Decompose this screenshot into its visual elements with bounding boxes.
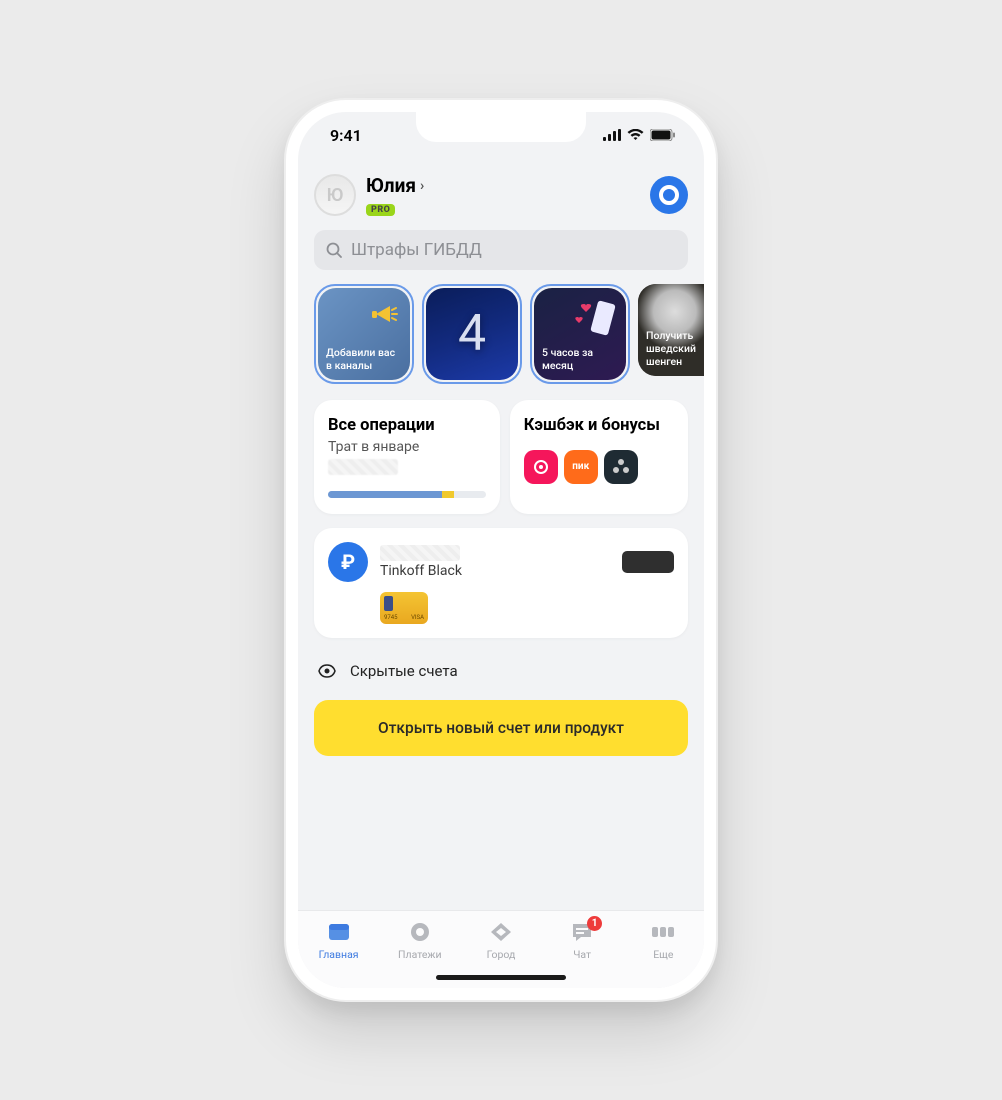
mini-card[interactable]: 9745 VISA [380, 592, 428, 624]
cashback-partners: пик [524, 450, 674, 484]
story-item[interactable]: 4 [422, 284, 522, 384]
story-label: 5 часов за месяц [542, 346, 618, 372]
story-item[interactable]: Получить шведский шенген [638, 284, 704, 384]
operations-subtitle: Трат в январе [328, 439, 486, 455]
operations-title: Все операции [328, 416, 486, 435]
hidden-accounts-row[interactable]: Скрытые счета [314, 656, 688, 700]
battery-icon [650, 129, 676, 141]
story-item[interactable]: Добавили вас в каналы [314, 284, 414, 384]
phone-frame: 9:41 Ю Юлия › PRO [286, 100, 716, 1000]
cta-label: Открыть новый счет или продукт [378, 719, 624, 737]
tab-chat[interactable]: 1 Чат [552, 919, 612, 961]
tab-label: Платежи [398, 948, 442, 961]
phone-hearts-icon [572, 294, 620, 342]
account-card[interactable]: ₽ Tinkoff Black 9745 VISA [314, 528, 688, 638]
cashback-title: Кэшбэк и бонусы [524, 416, 674, 436]
payments-icon [407, 919, 433, 945]
tab-payments[interactable]: Платежи [390, 919, 450, 961]
hidden-accounts-label: Скрытые счета [350, 662, 458, 680]
notch [416, 112, 586, 142]
assistant-button[interactable] [650, 176, 688, 214]
search-placeholder: Штрафы ГИБДД [351, 240, 482, 260]
partner-icon [604, 450, 638, 484]
search-icon [326, 242, 343, 259]
tab-label: Еще [653, 948, 673, 961]
eye-icon [318, 664, 336, 678]
tab-label: Город [487, 948, 516, 961]
story-label: Добавили вас в каналы [326, 346, 402, 372]
progress-segment [442, 491, 455, 498]
widgets-row: Все операции Трат в январе Кэшбэк и бону… [314, 400, 688, 514]
story-label: Получить шведский шенген [646, 329, 704, 368]
assistant-icon [659, 185, 679, 205]
card-brand: VISA [411, 614, 424, 621]
megaphone-icon [366, 296, 402, 332]
stories-row: Добавили вас в каналы 4 5 часов за месяц… [314, 284, 688, 384]
operations-card[interactable]: Все операции Трат в январе [314, 400, 500, 514]
search-input[interactable]: Штрафы ГИБДД [314, 230, 688, 270]
card-chip [622, 551, 674, 573]
chevron-right-icon: › [420, 178, 424, 194]
cashback-card[interactable]: Кэшбэк и бонусы пик [510, 400, 688, 514]
status-time: 9:41 [330, 126, 362, 145]
story-item[interactable]: 5 часов за месяц [530, 284, 630, 384]
operations-progress [328, 491, 486, 498]
avatar[interactable]: Ю [314, 174, 356, 216]
tab-label: Главная [319, 948, 359, 961]
user-block[interactable]: Юлия › PRO [366, 174, 640, 216]
avatar-initial: Ю [327, 185, 344, 206]
content-area: Ю Юлия › PRO Штрафы ГИБДД [298, 158, 704, 910]
chat-badge: 1 [587, 916, 602, 931]
cellular-icon [603, 129, 621, 141]
status-icons [603, 129, 676, 141]
tab-label: Чат [573, 948, 591, 961]
operations-amount-hidden [328, 459, 398, 475]
ruble-icon: ₽ [328, 542, 368, 582]
tab-home[interactable]: Главная [309, 919, 369, 961]
home-icon [326, 919, 352, 945]
tab-city[interactable]: Город [471, 919, 531, 961]
account-row: ₽ Tinkoff Black [328, 542, 674, 582]
username-row: Юлия › [366, 174, 640, 197]
wifi-icon [627, 129, 644, 141]
account-info: Tinkoff Black [380, 545, 610, 579]
more-icon [650, 919, 676, 945]
city-icon [488, 919, 514, 945]
open-account-button[interactable]: Открыть новый счет или продукт [314, 700, 688, 756]
progress-segment [328, 491, 442, 498]
partner-icon [524, 450, 558, 484]
tab-more[interactable]: Еще [633, 919, 693, 961]
username: Юлия [366, 174, 416, 197]
card-last-digits: 9745 [384, 614, 398, 621]
partner-icon: пик [564, 450, 598, 484]
home-indicator[interactable] [436, 975, 566, 980]
account-balance-hidden [380, 545, 460, 561]
pro-badge: PRO [366, 204, 395, 216]
story-big-number: 4 [458, 303, 486, 366]
profile-header: Ю Юлия › PRO [314, 174, 688, 216]
account-name: Tinkoff Black [380, 563, 610, 579]
screen: 9:41 Ю Юлия › PRO [298, 112, 704, 988]
